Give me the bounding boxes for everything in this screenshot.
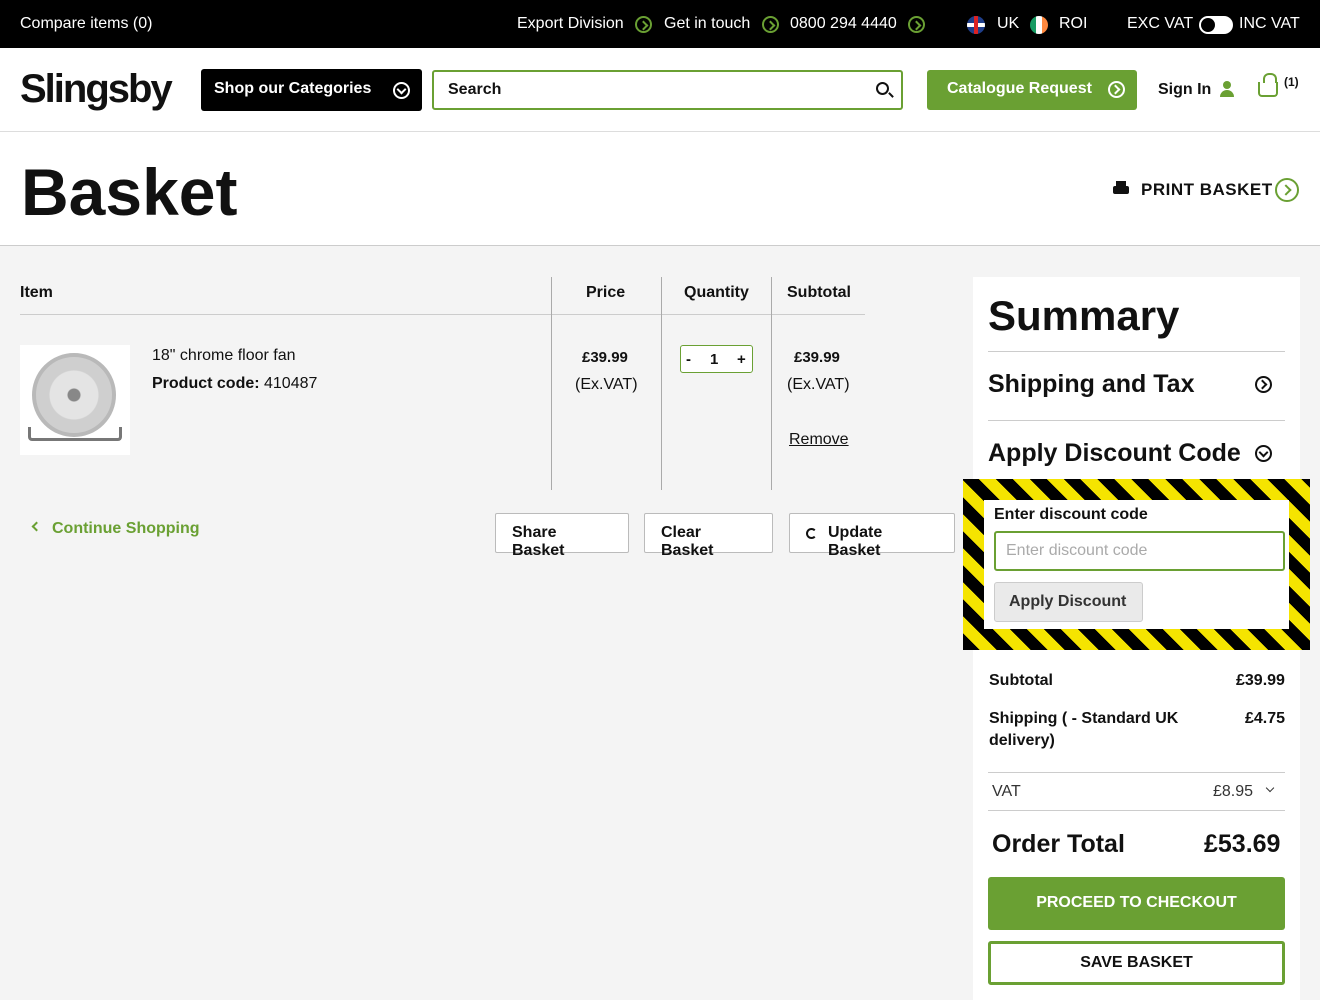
- export-division-link[interactable]: Export Division: [517, 15, 624, 33]
- shipping-value: £4.75: [1245, 710, 1286, 727]
- shop-categories-button[interactable]: Shop our Categories: [201, 69, 422, 111]
- basket-count: (1): [1284, 75, 1299, 89]
- shipping-label: Shipping ( - Standard UK: [989, 710, 1179, 727]
- update-basket-button[interactable]: Update Basket: [789, 513, 955, 559]
- product-code-label: Product code:: [152, 375, 260, 392]
- continue-shopping-link[interactable]: Continue Shopping: [52, 520, 200, 538]
- order-total-label: Order Total: [992, 830, 1125, 858]
- fan-graphic: [32, 353, 116, 437]
- qty-plus-button[interactable]: +: [737, 351, 746, 368]
- apply-discount-button[interactable]: Apply Discount: [994, 582, 1143, 622]
- discount-code-input[interactable]: Enter discount code: [994, 531, 1285, 571]
- column-header-subtotal: Subtotal: [787, 284, 851, 301]
- column-header-price: Price: [586, 284, 626, 301]
- page-title-bar: Basket PRINT BASKET: [0, 132, 1320, 246]
- chevron-down-icon[interactable]: [1255, 445, 1272, 462]
- table-divider: [20, 314, 865, 315]
- quantity-stepper: - 1 +: [680, 345, 753, 373]
- user-icon[interactable]: [1219, 81, 1235, 97]
- ireland-flag-icon: [1030, 16, 1048, 34]
- sign-in-link[interactable]: Sign In: [1158, 81, 1211, 99]
- column-divider: [661, 277, 662, 490]
- fan-stand-graphic: [28, 427, 122, 441]
- share-basket-button[interactable]: Share Basket: [495, 513, 629, 559]
- vat-toggle[interactable]: [1199, 16, 1233, 34]
- region-roi-link[interactable]: ROI: [1059, 15, 1087, 33]
- column-divider: [551, 277, 552, 490]
- vat-label[interactable]: VAT: [992, 783, 1021, 801]
- update-basket-label: Update Basket: [828, 524, 883, 559]
- subtotal-label: Subtotal: [989, 672, 1053, 689]
- region-uk-link[interactable]: UK: [997, 15, 1019, 33]
- printer-icon[interactable]: [1113, 181, 1129, 196]
- get-in-touch-link[interactable]: Get in touch: [664, 15, 750, 33]
- chevron-right-icon: [762, 16, 779, 33]
- column-header-quantity: Quantity: [684, 284, 749, 301]
- exc-vat-label: EXC VAT: [1127, 15, 1194, 32]
- uk-flag-icon: [967, 16, 985, 34]
- vat-value[interactable]: £8.95: [1213, 783, 1253, 801]
- discount-code-placeholder: Enter discount code: [1006, 542, 1148, 559]
- remove-item-link[interactable]: Remove: [789, 431, 849, 449]
- search-icon[interactable]: [876, 82, 889, 95]
- summary-divider: [988, 420, 1285, 421]
- chevron-right-icon[interactable]: [1255, 376, 1272, 393]
- item-price: £39.99: [582, 349, 628, 366]
- summary-title: Summary: [988, 292, 1180, 339]
- print-basket-link[interactable]: PRINT BASKET: [1141, 180, 1273, 200]
- refresh-icon: [806, 528, 817, 539]
- compare-items-link[interactable]: Compare items (0): [20, 15, 152, 33]
- product-name[interactable]: 18" chrome floor fan: [152, 347, 296, 365]
- summary-divider: [988, 772, 1285, 773]
- qty-minus-button[interactable]: -: [686, 351, 691, 368]
- item-subtotal-note: (Ex.VAT): [787, 376, 850, 393]
- order-total-value: £53.69: [1204, 830, 1281, 858]
- column-header-item: Item: [20, 284, 53, 301]
- chevron-right-icon: [908, 16, 925, 33]
- column-divider: [771, 277, 772, 490]
- proceed-to-checkout-button[interactable]: PROCEED TO CHECKOUT: [988, 877, 1285, 930]
- discount-code-toggle[interactable]: Apply Discount Code: [988, 439, 1241, 468]
- chevron-right-icon: [1108, 81, 1125, 98]
- item-subtotal: £39.99: [794, 349, 840, 366]
- save-basket-button[interactable]: SAVE BASKET: [988, 941, 1285, 985]
- chevron-right-icon: [635, 16, 652, 33]
- discount-code-label: Enter discount code: [994, 506, 1148, 523]
- summary-divider: [988, 351, 1285, 352]
- catalogue-request-button[interactable]: Catalogue Request: [927, 70, 1137, 110]
- chevron-down-icon: [393, 82, 410, 99]
- site-logo[interactable]: Slingsby: [20, 67, 173, 112]
- catalogue-request-label: Catalogue Request: [947, 80, 1092, 97]
- inc-vat-label: INC VAT: [1239, 15, 1300, 32]
- search-input[interactable]: Search: [432, 70, 903, 110]
- top-bar: Compare items (0) Export Division Get in…: [0, 0, 1320, 48]
- clear-basket-button[interactable]: Clear Basket: [644, 513, 773, 559]
- product-code: 410487: [264, 375, 318, 392]
- chevron-left-icon: [31, 521, 42, 532]
- basket-icon[interactable]: [1258, 73, 1278, 97]
- site-header: Slingsby Shop our Categories Search Cata…: [0, 48, 1320, 132]
- shipping-tax-toggle[interactable]: Shipping and Tax: [988, 370, 1194, 399]
- summary-divider: [988, 810, 1285, 811]
- phone-link[interactable]: 0800 294 4440: [790, 15, 897, 33]
- chevron-right-icon[interactable]: [1275, 178, 1299, 202]
- qty-value[interactable]: 1: [710, 351, 718, 368]
- item-price-note: (Ex.VAT): [575, 376, 638, 393]
- shipping-label-line2: delivery): [989, 732, 1055, 749]
- subtotal-value: £39.99: [1236, 672, 1285, 689]
- search-placeholder: Search: [448, 81, 502, 98]
- product-image[interactable]: [20, 345, 130, 455]
- shop-categories-label: Shop our Categories: [214, 80, 372, 97]
- page-title: Basket: [21, 155, 238, 229]
